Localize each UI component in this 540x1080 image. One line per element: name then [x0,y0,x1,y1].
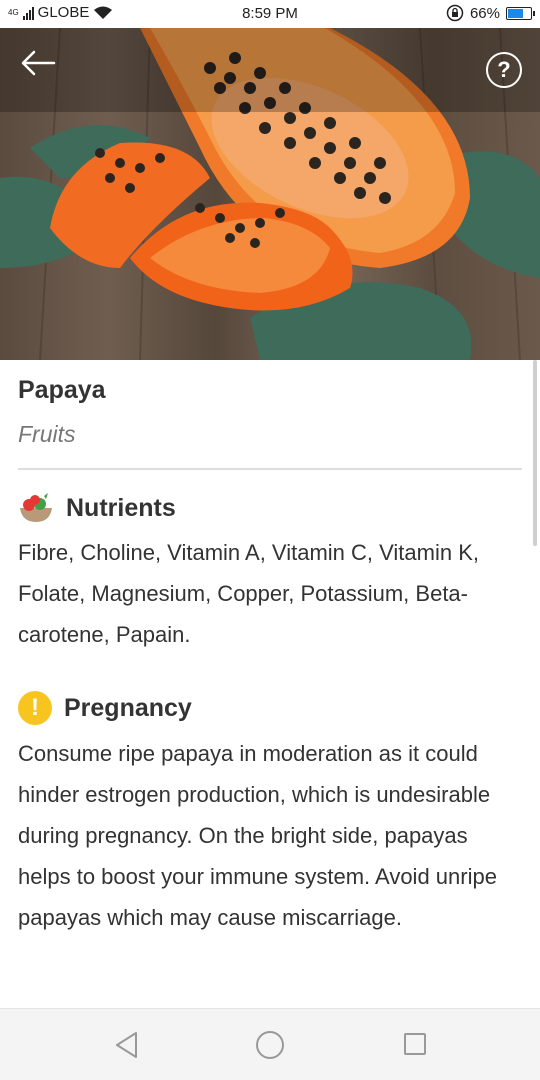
fruit-bowl-icon [20,493,52,522]
nav-recents-icon[interactable] [404,1033,426,1055]
status-right: 66% [446,4,535,22]
pregnancy-title: Pregnancy [64,693,192,722]
nutrients-title: Nutrients [66,493,176,522]
nutrients-header: Nutrients [18,492,512,524]
pregnancy-text: Consume ripe papaya in moderation as it … [18,741,497,930]
divider [18,468,522,470]
help-button[interactable]: ? [486,52,522,88]
scrollbar[interactable] [533,360,537,546]
status-bar: 4G GLOBE 8:59 PM 66% [0,0,540,28]
food-detail: Papaya Fruits Nutrients Fibre, Choline, … [0,360,530,938]
rotation-lock-icon [446,4,464,22]
nutrients-text: Fibre, Choline, Vitamin A, Vitamin C, Vi… [18,540,479,647]
hero-image: ? [0,28,540,360]
nav-home-icon[interactable] [256,1031,284,1059]
battery-percent: 66% [469,4,500,22]
food-title: Papaya [18,376,106,404]
nav-back-icon[interactable] [114,1031,140,1059]
pregnancy-header: ! Pregnancy [18,691,512,725]
help-icon: ? [497,57,511,82]
food-category: Fruits [18,421,76,447]
system-nav-bar [0,1008,540,1080]
warning-icon: ! [18,691,52,725]
back-arrow-icon [21,50,56,76]
back-button[interactable] [20,50,64,90]
battery-level [508,8,523,18]
battery-icon [506,6,535,20]
hero-header-overlay [0,28,540,112]
